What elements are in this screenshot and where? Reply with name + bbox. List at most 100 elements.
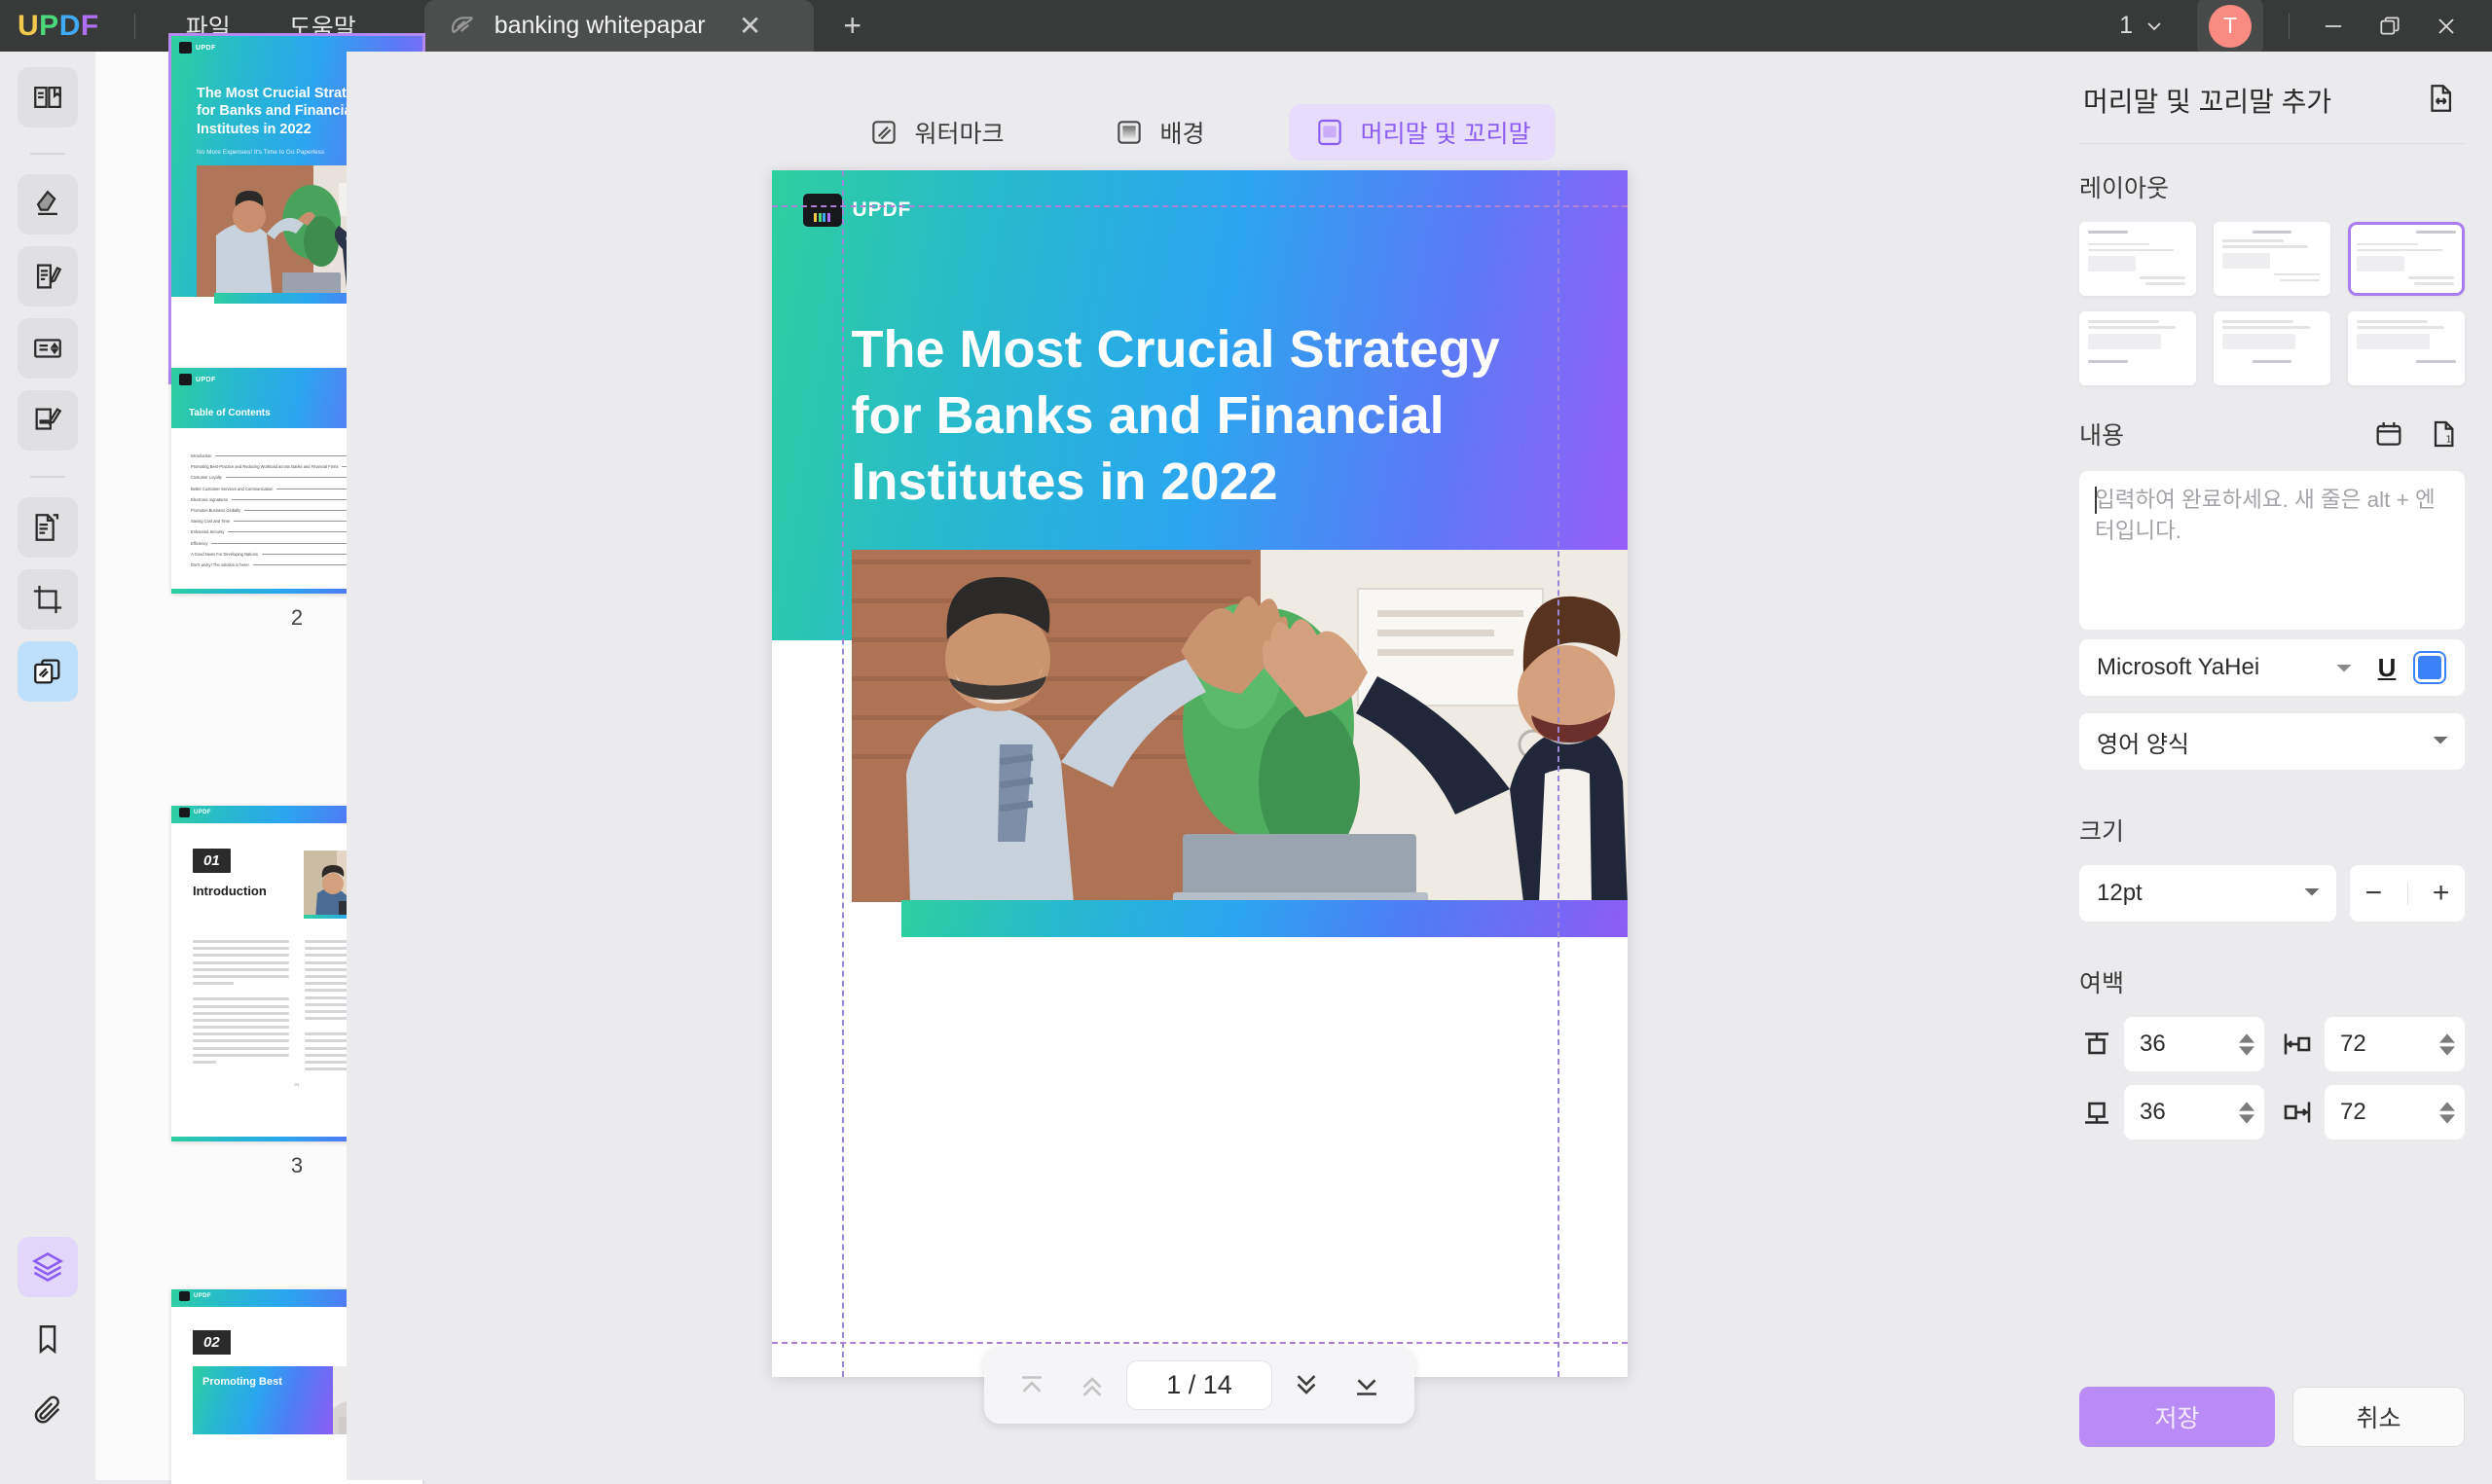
bookmark-icon: [39, 1325, 56, 1355]
tab-header-footer[interactable]: 머리말 및 꼬리말: [1288, 104, 1557, 161]
header-footer-panel: 머리말 및 꼬리말 추가 레이아웃 내용 1 입력하여 완료하세요. 새 줄은 …: [2052, 52, 2492, 1480]
margin-right-icon: [2280, 1095, 2315, 1130]
sidebar-item-watermark[interactable]: [18, 641, 78, 702]
panel-expand-button[interactable]: [2424, 82, 2457, 120]
first-page-button[interactable]: [1006, 1361, 1058, 1410]
close-button[interactable]: [2418, 5, 2474, 48]
signature-edit-icon: [35, 408, 62, 430]
chevron-up-double-icon: [1082, 1376, 1102, 1396]
watermark-icon: [868, 117, 899, 148]
minimize-icon: [2325, 24, 2342, 27]
account-button[interactable]: T: [2197, 0, 2263, 54]
page-brand: UPDF: [772, 170, 1628, 227]
layout-option-3[interactable]: [2348, 222, 2465, 296]
margin-top-spinner[interactable]: [2239, 1032, 2254, 1056]
background-icon: [1114, 117, 1145, 148]
sidebar-item-crop[interactable]: [18, 569, 78, 630]
size-stepper: − +: [2350, 865, 2465, 922]
margins-section-label: 여백: [2079, 970, 2125, 997]
margin-left-input[interactable]: 72: [2325, 1017, 2465, 1071]
page-indicator[interactable]: 1 / 14: [1126, 1360, 1272, 1410]
rail-divider-1: [30, 153, 65, 155]
close-icon: [2438, 18, 2454, 34]
layout-option-4[interactable]: [2079, 311, 2196, 385]
layout-option-grid: [2079, 222, 2465, 385]
margin-bottom-spinner[interactable]: [2239, 1101, 2254, 1124]
margin-bottom-input[interactable]: 36: [2124, 1085, 2264, 1140]
underline-button[interactable]: U: [2365, 646, 2408, 689]
size-select-value: 12pt: [2097, 880, 2143, 906]
caret-down-icon-format: [2432, 728, 2449, 755]
updf-mark-icon-main: [802, 194, 842, 227]
form-fields-icon: [34, 339, 61, 358]
layout-option-5[interactable]: [2214, 311, 2330, 385]
titlebar-divider-2: [2289, 13, 2290, 39]
tab-background-label: 배경: [1159, 121, 1205, 148]
content-textarea[interactable]: 입력하여 완료하세요. 새 줄은 alt + 엔터입니다.: [2079, 471, 2465, 630]
menu-help[interactable]: 도움말: [260, 9, 385, 44]
insert-date-button[interactable]: [2367, 413, 2410, 455]
margin-right-field: 72: [2280, 1085, 2465, 1140]
new-tab-icon[interactable]: +: [833, 8, 872, 44]
margin-top-value: 36: [2140, 1031, 2166, 1057]
margin-top-input[interactable]: 36: [2124, 1017, 2264, 1071]
layout-option-2[interactable]: [2214, 222, 2330, 296]
font-family-select[interactable]: Microsoft YaHei: [2097, 654, 2323, 681]
minimize-button[interactable]: [2305, 5, 2362, 48]
titlebar-divider: [133, 13, 135, 39]
size-decrease-button[interactable]: −: [2360, 877, 2389, 910]
sidebar-item-sign[interactable]: [18, 390, 78, 451]
logo-letter-d: D: [58, 9, 81, 42]
last-page-button[interactable]: [1340, 1361, 1393, 1410]
page-navigation-bar: 1 / 14: [984, 1347, 1414, 1424]
layout-option-6[interactable]: [2348, 311, 2465, 385]
maximize-icon: [2380, 16, 2400, 34]
format-select[interactable]: 영어 양식: [2079, 713, 2465, 770]
close-tab-icon[interactable]: ✕: [731, 10, 770, 42]
tab-background[interactable]: 배경: [1088, 104, 1230, 161]
title-bar: U P D F 파일 도움말 banking whitepapar ✕ + 1 …: [0, 0, 2492, 54]
layout-option-1[interactable]: [2079, 222, 2196, 296]
margin-right-input[interactable]: 72: [2325, 1085, 2465, 1140]
page-photo: [851, 550, 1628, 902]
margin-left-field: 72: [2280, 1017, 2465, 1071]
sidebar-item-reader[interactable]: [18, 67, 78, 127]
page-stage: UPDF The Most Crucial Strategy for Banks…: [347, 170, 2052, 1377]
layout-section-label: 레이아웃: [2079, 175, 2170, 202]
document-tab-title: banking whitepapar: [494, 12, 706, 39]
sidebar-item-annotate[interactable]: [18, 174, 78, 235]
sidebar-item-form[interactable]: [18, 318, 78, 379]
insert-page-number-button[interactable]: 1: [2422, 413, 2465, 455]
maximize-button[interactable]: [2362, 5, 2418, 48]
margin-right-spinner[interactable]: [2439, 1101, 2455, 1124]
margin-left-spinner[interactable]: [2439, 1032, 2455, 1056]
document-tab[interactable]: banking whitepapar ✕: [423, 0, 814, 52]
updf-logo: U P D F: [18, 10, 99, 43]
thumbnail-panel[interactable]: [95, 52, 347, 1480]
sidebar-item-layers[interactable]: [18, 1237, 78, 1297]
titlebar-right-group: 1 T: [2098, 0, 2492, 54]
document-page[interactable]: UPDF The Most Crucial Strategy for Banks…: [771, 170, 1628, 1377]
sidebar-item-organize-pages[interactable]: [18, 497, 78, 558]
tab-watermark[interactable]: 워터마크: [843, 104, 1030, 161]
page-accent-bar: [900, 900, 1628, 937]
sidebar-item-edit-pdf[interactable]: [18, 246, 78, 307]
menu-file[interactable]: 파일: [157, 9, 260, 44]
next-page-button[interactable]: [1280, 1361, 1333, 1410]
avatar: T: [2209, 4, 2252, 48]
content-section-header: 내용 1: [2079, 413, 2465, 455]
font-dropdown-button[interactable]: [2323, 646, 2365, 689]
window-page-selector[interactable]: 1: [2098, 12, 2187, 40]
save-button[interactable]: 저장: [2079, 1387, 2276, 1447]
pdf-file-icon: [448, 12, 477, 41]
size-increase-button[interactable]: +: [2427, 877, 2456, 910]
cancel-button[interactable]: 취소: [2292, 1387, 2465, 1447]
previous-page-button[interactable]: [1066, 1361, 1118, 1410]
last-page-icon: [1357, 1378, 1376, 1395]
font-color-button[interactable]: [2408, 646, 2451, 689]
sidebar-item-attachment[interactable]: [18, 1381, 78, 1441]
svg-text:1: 1: [2446, 435, 2452, 446]
content-section-label: 내용: [2079, 422, 2125, 450]
size-select[interactable]: 12pt: [2079, 865, 2336, 922]
sidebar-item-bookmark[interactable]: [18, 1309, 78, 1369]
